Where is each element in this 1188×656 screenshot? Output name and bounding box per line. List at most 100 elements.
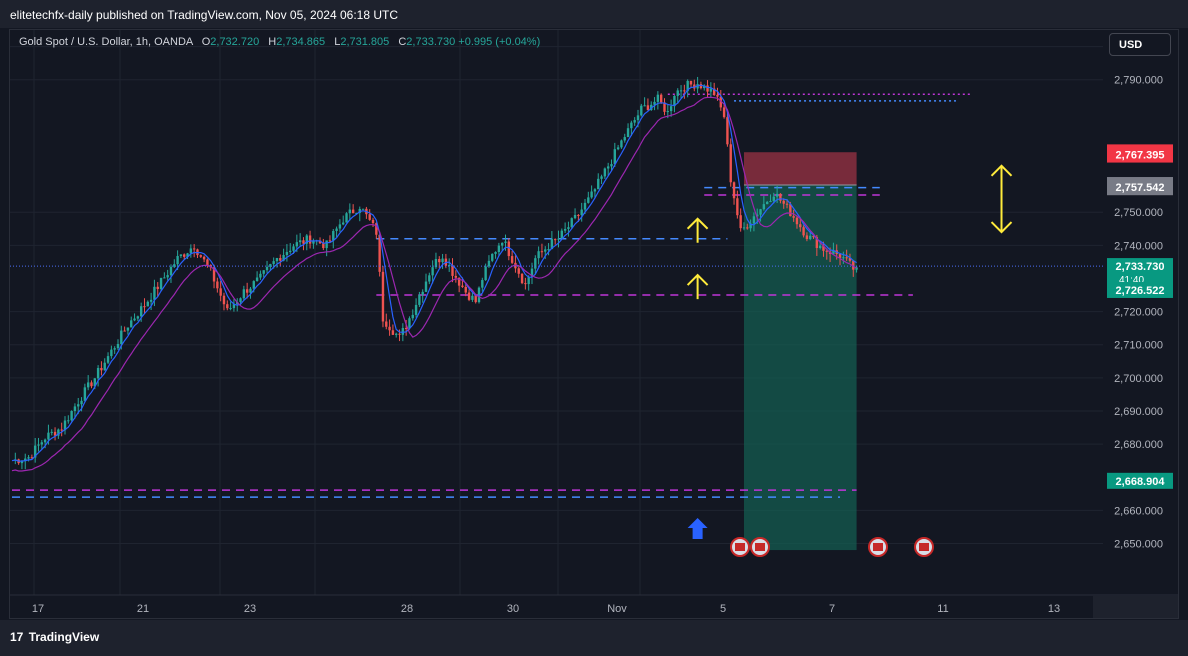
candle-body [537,251,540,259]
time-tick-label: Nov [607,603,627,615]
candle-body [623,137,626,141]
price-label-text: 2,668.904 [1116,476,1166,488]
candle-body [130,320,133,328]
candle-body [845,257,848,259]
candle-body [80,400,83,405]
price-tick-label: 2,680.000 [1114,439,1163,451]
candle-body [126,327,130,331]
candle-body [557,238,560,240]
candle-body [169,266,173,276]
candle-body [620,140,623,148]
candle-body [219,288,222,296]
candle-body [491,253,494,261]
candle-body [206,259,209,266]
candle-body [679,90,683,92]
candle-body [47,432,50,440]
candle-body [262,270,265,274]
candle-body [742,227,746,229]
candle-body [279,258,282,261]
candle-body [143,306,146,308]
candle-body [73,406,77,411]
signal-arrow-icon[interactable] [687,518,708,539]
candle-body [603,168,607,177]
price-tick-label: 2,750.000 [1114,207,1163,219]
time-tick-label: 11 [937,603,948,615]
candle-body [825,250,828,252]
time-tick-label: 7 [829,603,835,615]
price-tick-label: 2,660.000 [1114,505,1163,517]
candle-body [146,301,149,307]
candle-body [348,209,352,214]
candle-body [666,111,669,113]
candle-body [414,304,418,315]
candle-body [295,242,299,247]
price-tick-label: 2,710.000 [1114,340,1163,352]
candle-body [43,439,47,443]
change-value: +0.995 (+0.04%) [458,36,541,48]
time-tick-label: 23 [244,603,256,615]
candle-body [183,254,186,257]
ma-fast-line [11,84,857,462]
price-chart[interactable]: 2,800.0002,790.0002,750.0002,740.0002,72… [10,30,1178,618]
low-value: 2,731.805 [340,36,390,48]
candle-body [96,367,100,379]
candle-body [289,250,292,253]
open-label: O [201,36,211,48]
candle-body [398,333,401,335]
candle-body [77,404,80,407]
candle-body [765,201,769,205]
take-profit-zone[interactable] [743,185,857,551]
candle-body [779,193,782,201]
candle-body [792,216,795,218]
stop-loss-zone[interactable] [743,152,857,186]
currency-button[interactable]: USD [1109,33,1171,56]
symbol-legend: Gold Spot / U.S. Dollar, 1h, OANDA O2,73… [19,36,540,48]
candle-body [842,257,845,259]
candle-body [438,258,441,263]
candle-body [361,208,365,210]
candle-body [272,261,275,265]
time-tick-label: 17 [32,603,44,615]
candle-body [474,295,477,303]
candle-body [391,330,395,335]
candle-body [527,276,530,285]
candle-body [328,240,332,242]
candle-body [90,382,93,387]
candle-body [709,88,713,92]
candle-body [785,203,789,205]
candle-body [176,255,179,265]
candle-body [706,85,709,92]
candle-body [520,273,524,284]
chart-panel[interactable]: 2,800.0002,790.0002,750.0002,740.0002,72… [9,29,1179,619]
time-axis-corner [1093,596,1178,618]
candle-body [50,431,53,433]
candle-body [325,240,328,249]
candle-body [590,191,593,198]
candle-body [120,330,123,344]
candle-body [259,273,262,278]
candle-body [722,107,726,118]
candle-body [342,222,345,225]
candle-body [381,271,385,322]
candle-body [139,306,143,317]
candle-body [332,231,335,241]
candle-body [40,442,44,445]
candle-body [388,326,391,331]
us-flag-stripes-icon [919,543,929,551]
candle-body [563,228,567,231]
double-arrow-annotation[interactable] [990,164,1013,234]
candle-body [222,295,226,305]
candle-body [759,209,762,215]
candle-body [762,204,766,210]
candle-body [189,248,193,254]
candle-body [275,258,279,262]
candle-body [553,239,557,241]
candle-body [312,241,315,244]
candle-body [504,241,507,243]
tradingview-logo[interactable]: 17 TradingView [10,630,99,644]
candle-body [116,343,120,349]
candle-body [587,197,590,203]
candle-body [683,90,686,92]
time-tick-label: 13 [1048,603,1060,615]
price-tick-label: 2,720.000 [1114,307,1163,319]
